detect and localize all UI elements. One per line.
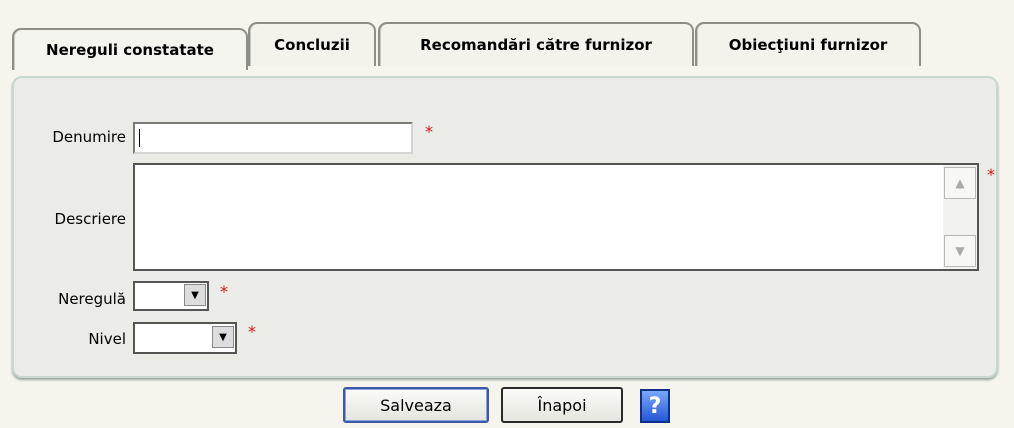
scroll-up-button[interactable]: ▲	[944, 167, 976, 199]
back-button[interactable]: Înapoi	[501, 387, 623, 423]
required-marker: *	[425, 122, 433, 141]
save-button[interactable]: Salveaza	[343, 387, 489, 423]
required-marker: *	[220, 282, 228, 301]
tab-recomandari-catre-furnizor[interactable]: Recomandări către furnizor	[378, 22, 694, 66]
descriere-textarea[interactable]: ▲ ▼	[133, 163, 979, 271]
chevron-down-icon[interactable]: ▼	[212, 326, 234, 348]
denumire-input[interactable]	[133, 122, 413, 154]
text-caret	[139, 129, 140, 147]
nivel-select[interactable]: ▼	[133, 322, 237, 354]
required-marker: *	[248, 322, 256, 341]
neregula-select[interactable]: ▼	[133, 281, 209, 311]
descriere-label: Descriere	[54, 210, 126, 228]
tab-label: Recomandări către furnizor	[420, 36, 652, 54]
triangle-up-icon: ▲	[955, 176, 965, 190]
tab-label: Obiecţiuni furnizor	[728, 36, 888, 54]
triangle-down-icon: ▼	[955, 244, 965, 258]
help-icon[interactable]: ?	[640, 389, 670, 423]
denumire-label: Denumire	[52, 128, 126, 146]
tab-label: Concluzii	[274, 36, 350, 54]
scroll-down-button[interactable]: ▼	[944, 235, 976, 267]
descriere-scrollbar[interactable]: ▲ ▼	[943, 165, 977, 269]
required-marker: *	[987, 165, 995, 184]
tab-label: Nereguli constatate	[46, 41, 214, 59]
nivel-label: Nivel	[88, 330, 126, 348]
neregula-label: Neregulă	[58, 290, 126, 308]
tab-obiectiuni-furnizor[interactable]: Obiecţiuni furnizor	[695, 22, 921, 66]
chevron-down-icon[interactable]: ▼	[184, 284, 206, 306]
tab-concluzii[interactable]: Concluzii	[248, 22, 376, 66]
tab-nereguli-constatate[interactable]: Nereguli constatate	[12, 28, 248, 70]
